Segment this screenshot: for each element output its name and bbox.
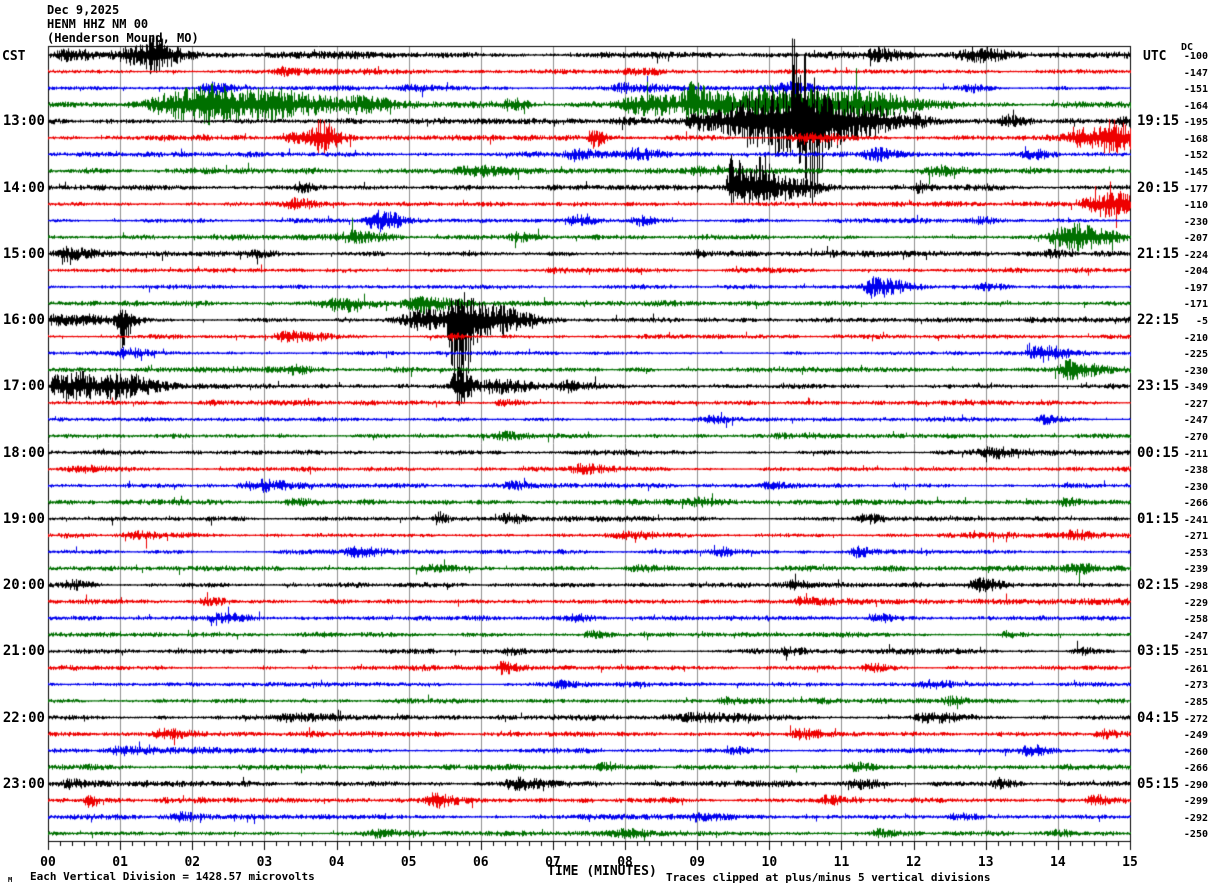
dc-value: -247 — [1183, 415, 1208, 427]
dc-value: -271 — [1183, 531, 1208, 543]
dc-value: -210 — [1183, 332, 1208, 344]
minute-tick-label: 10 — [761, 855, 778, 870]
minute-tick-label: 02 — [184, 855, 201, 870]
dc-value: -241 — [1183, 514, 1208, 526]
dc-value: -270 — [1183, 431, 1208, 443]
dc-value: -260 — [1183, 746, 1208, 758]
dc-value: -253 — [1183, 547, 1208, 559]
dc-value: -285 — [1183, 696, 1208, 708]
header-station: HENM HHZ NM 00 — [47, 17, 149, 31]
dc-value: -171 — [1183, 299, 1208, 311]
hour-label: 13:00 — [2, 113, 45, 130]
dc-value: -225 — [1183, 349, 1208, 361]
dc-value: -299 — [1183, 796, 1208, 808]
dc-value: -227 — [1183, 398, 1208, 410]
dc-value: -211 — [1183, 448, 1208, 460]
minute-tick-label: 00 — [40, 855, 56, 870]
minute-tick-label: 09 — [689, 855, 706, 870]
dc-value: -230 — [1183, 481, 1208, 493]
x-axis-title: TIME (MINUTES) — [547, 864, 657, 879]
dc-value: -5 — [1195, 316, 1208, 327]
hour-label: 22:00 — [2, 709, 45, 726]
minute-tick-label: 04 — [328, 855, 345, 870]
left-timezone-label: CST — [2, 49, 26, 64]
footer-scale-note: Each Vertical Division = 1428.57 microvo… — [30, 870, 315, 883]
minute-tick-label: 03 — [256, 855, 273, 870]
dc-value: -168 — [1183, 133, 1208, 145]
helicorder-canvas — [0, 0, 1210, 886]
dc-value: -152 — [1183, 150, 1208, 162]
dc-value: -247 — [1183, 630, 1208, 642]
minute-tick-label: 05 — [400, 855, 417, 870]
minute-tick-label: 01 — [112, 855, 128, 870]
hour-label: 16:00 — [2, 312, 45, 328]
dc-value: -195 — [1183, 117, 1208, 129]
dc-value: -290 — [1183, 779, 1208, 791]
hour-label: 20:00 — [2, 577, 45, 593]
dc-value: -292 — [1183, 812, 1208, 824]
dc-value: -147 — [1183, 67, 1208, 79]
dc-value: -249 — [1183, 730, 1208, 742]
right-timezone-label: UTC — [1143, 49, 1167, 64]
dc-value: -229 — [1183, 597, 1208, 609]
dc-value: -230 — [1183, 216, 1208, 228]
dc-value: -251 — [1183, 647, 1208, 659]
dc-value: -272 — [1183, 713, 1208, 725]
dc-value: -207 — [1183, 233, 1208, 245]
dc-value: -164 — [1183, 100, 1208, 112]
minute-tick-label: 13 — [977, 855, 994, 870]
hour-label: 17:00 — [2, 378, 45, 395]
dc-value: -261 — [1183, 663, 1208, 675]
minute-tick-label: 06 — [472, 855, 489, 870]
footer-clip-note: Traces clipped at plus/minus 5 vertical … — [666, 871, 991, 884]
dc-value: -266 — [1183, 763, 1208, 775]
dc-value: -239 — [1183, 564, 1208, 576]
dc-value: -177 — [1183, 183, 1208, 195]
dc-value: -266 — [1183, 498, 1208, 510]
header-date: Dec 9,2025 — [47, 3, 120, 17]
dc-value: -197 — [1183, 282, 1208, 294]
hour-label: 14:00 — [2, 179, 45, 196]
header-location: (Henderson Mound, MO) — [47, 31, 199, 45]
dc-value: -258 — [1183, 614, 1208, 626]
hour-label: 15:00 — [2, 245, 45, 262]
hour-label: 18:00 — [2, 444, 45, 461]
hour-label: 23:00 — [2, 775, 45, 792]
dc-value: -273 — [1183, 680, 1208, 692]
dc-value: -238 — [1183, 465, 1208, 477]
header-block: Dec 9,2025 HENM HHZ NM 00 (Henderson Mou… — [47, 3, 199, 45]
dc-value: -224 — [1183, 249, 1208, 261]
dc-value: -145 — [1183, 166, 1208, 178]
dc-value: -204 — [1183, 266, 1208, 278]
minute-tick-label: 15 — [1122, 855, 1138, 870]
dc-value: -151 — [1183, 84, 1208, 96]
minute-tick-label: 12 — [905, 855, 922, 870]
dc-value: -110 — [1183, 200, 1208, 212]
minute-tick-label: 11 — [833, 855, 850, 870]
helicorder-page: { "header": { "date": "Dec 9,2025", "sta… — [0, 0, 1210, 886]
dc-value: -298 — [1183, 581, 1208, 592]
minute-tick-label: 14 — [1050, 855, 1066, 870]
dc-value: -100 — [1183, 51, 1208, 62]
watermark-mark: M — [8, 876, 13, 884]
dc-value: -349 — [1183, 382, 1208, 394]
hour-label: 19:00 — [2, 510, 45, 527]
dc-value: -230 — [1183, 365, 1208, 377]
hour-label: 21:00 — [2, 643, 45, 660]
dc-value: -250 — [1183, 829, 1208, 841]
